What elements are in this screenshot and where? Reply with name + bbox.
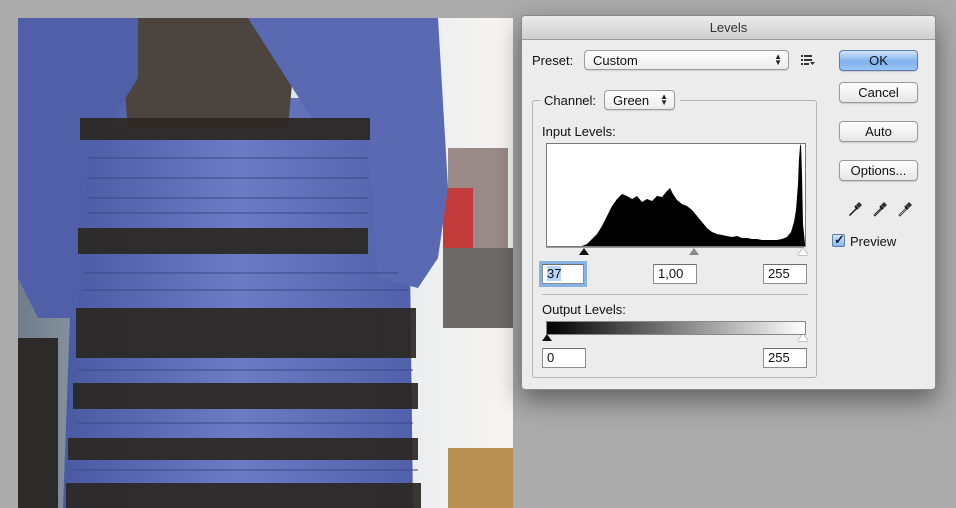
- white-eyedropper-icon[interactable]: [896, 200, 914, 218]
- channel-value: Green: [613, 93, 650, 108]
- black-eyedropper-icon[interactable]: [846, 200, 864, 218]
- channel-dropdown[interactable]: Green ▲ ▼: [604, 90, 675, 110]
- preset-value: Custom: [593, 53, 638, 68]
- checkmark-icon: ✓: [834, 232, 845, 247]
- preset-dropdown[interactable]: Custom ▲ ▼: [584, 50, 789, 70]
- input-levels-label: Input Levels:: [542, 124, 616, 139]
- dialog-title: Levels: [709, 20, 748, 35]
- ok-button[interactable]: OK: [839, 50, 918, 71]
- input-gamma-value: 1,00: [658, 266, 684, 281]
- preview-checkbox[interactable]: ✓: [832, 232, 845, 247]
- preset-label: Preset:: [532, 53, 574, 68]
- options-button[interactable]: Options...: [839, 160, 918, 181]
- preview-label: Preview: [850, 234, 897, 249]
- cancel-button[interactable]: Cancel: [839, 82, 918, 103]
- output-black-slider[interactable]: [542, 334, 552, 341]
- auto-button[interactable]: Auto: [839, 121, 918, 142]
- dress-photo: [18, 18, 513, 508]
- input-gamma-slider[interactable]: [689, 248, 699, 255]
- updown-arrows-icon: ▲ ▼: [660, 92, 668, 107]
- input-gamma-field[interactable]: 1,00: [653, 264, 697, 284]
- histogram: [546, 143, 806, 247]
- input-black-value: 37: [547, 266, 562, 281]
- input-white-value: 255: [768, 266, 790, 281]
- output-white-slider[interactable]: [798, 334, 808, 341]
- document-canvas-photo: [18, 18, 513, 508]
- output-black-field[interactable]: 0: [542, 348, 586, 368]
- levels-dialog: Levels Preset: Custom ▲ ▼ Channel: Green …: [521, 15, 936, 390]
- output-white-value: 255: [768, 350, 790, 365]
- input-white-field[interactable]: 255: [763, 264, 807, 284]
- dialog-title-bar[interactable]: Levels: [522, 16, 935, 40]
- output-levels-label: Output Levels:: [542, 302, 626, 317]
- input-black-field[interactable]: 37: [542, 264, 584, 284]
- gray-eyedropper-icon[interactable]: [871, 200, 889, 218]
- input-white-point-slider[interactable]: [798, 248, 808, 255]
- separator: [542, 294, 808, 295]
- output-black-value: 0: [547, 350, 555, 365]
- output-white-field[interactable]: 255: [763, 348, 807, 368]
- updown-arrows-icon: ▲ ▼: [774, 52, 782, 67]
- output-gradient-bar: [546, 321, 806, 335]
- input-black-point-slider[interactable]: [579, 248, 589, 255]
- preset-options-menu-icon[interactable]: [801, 54, 815, 66]
- channel-label: Channel:: [544, 93, 597, 108]
- histogram-graph: [547, 144, 805, 246]
